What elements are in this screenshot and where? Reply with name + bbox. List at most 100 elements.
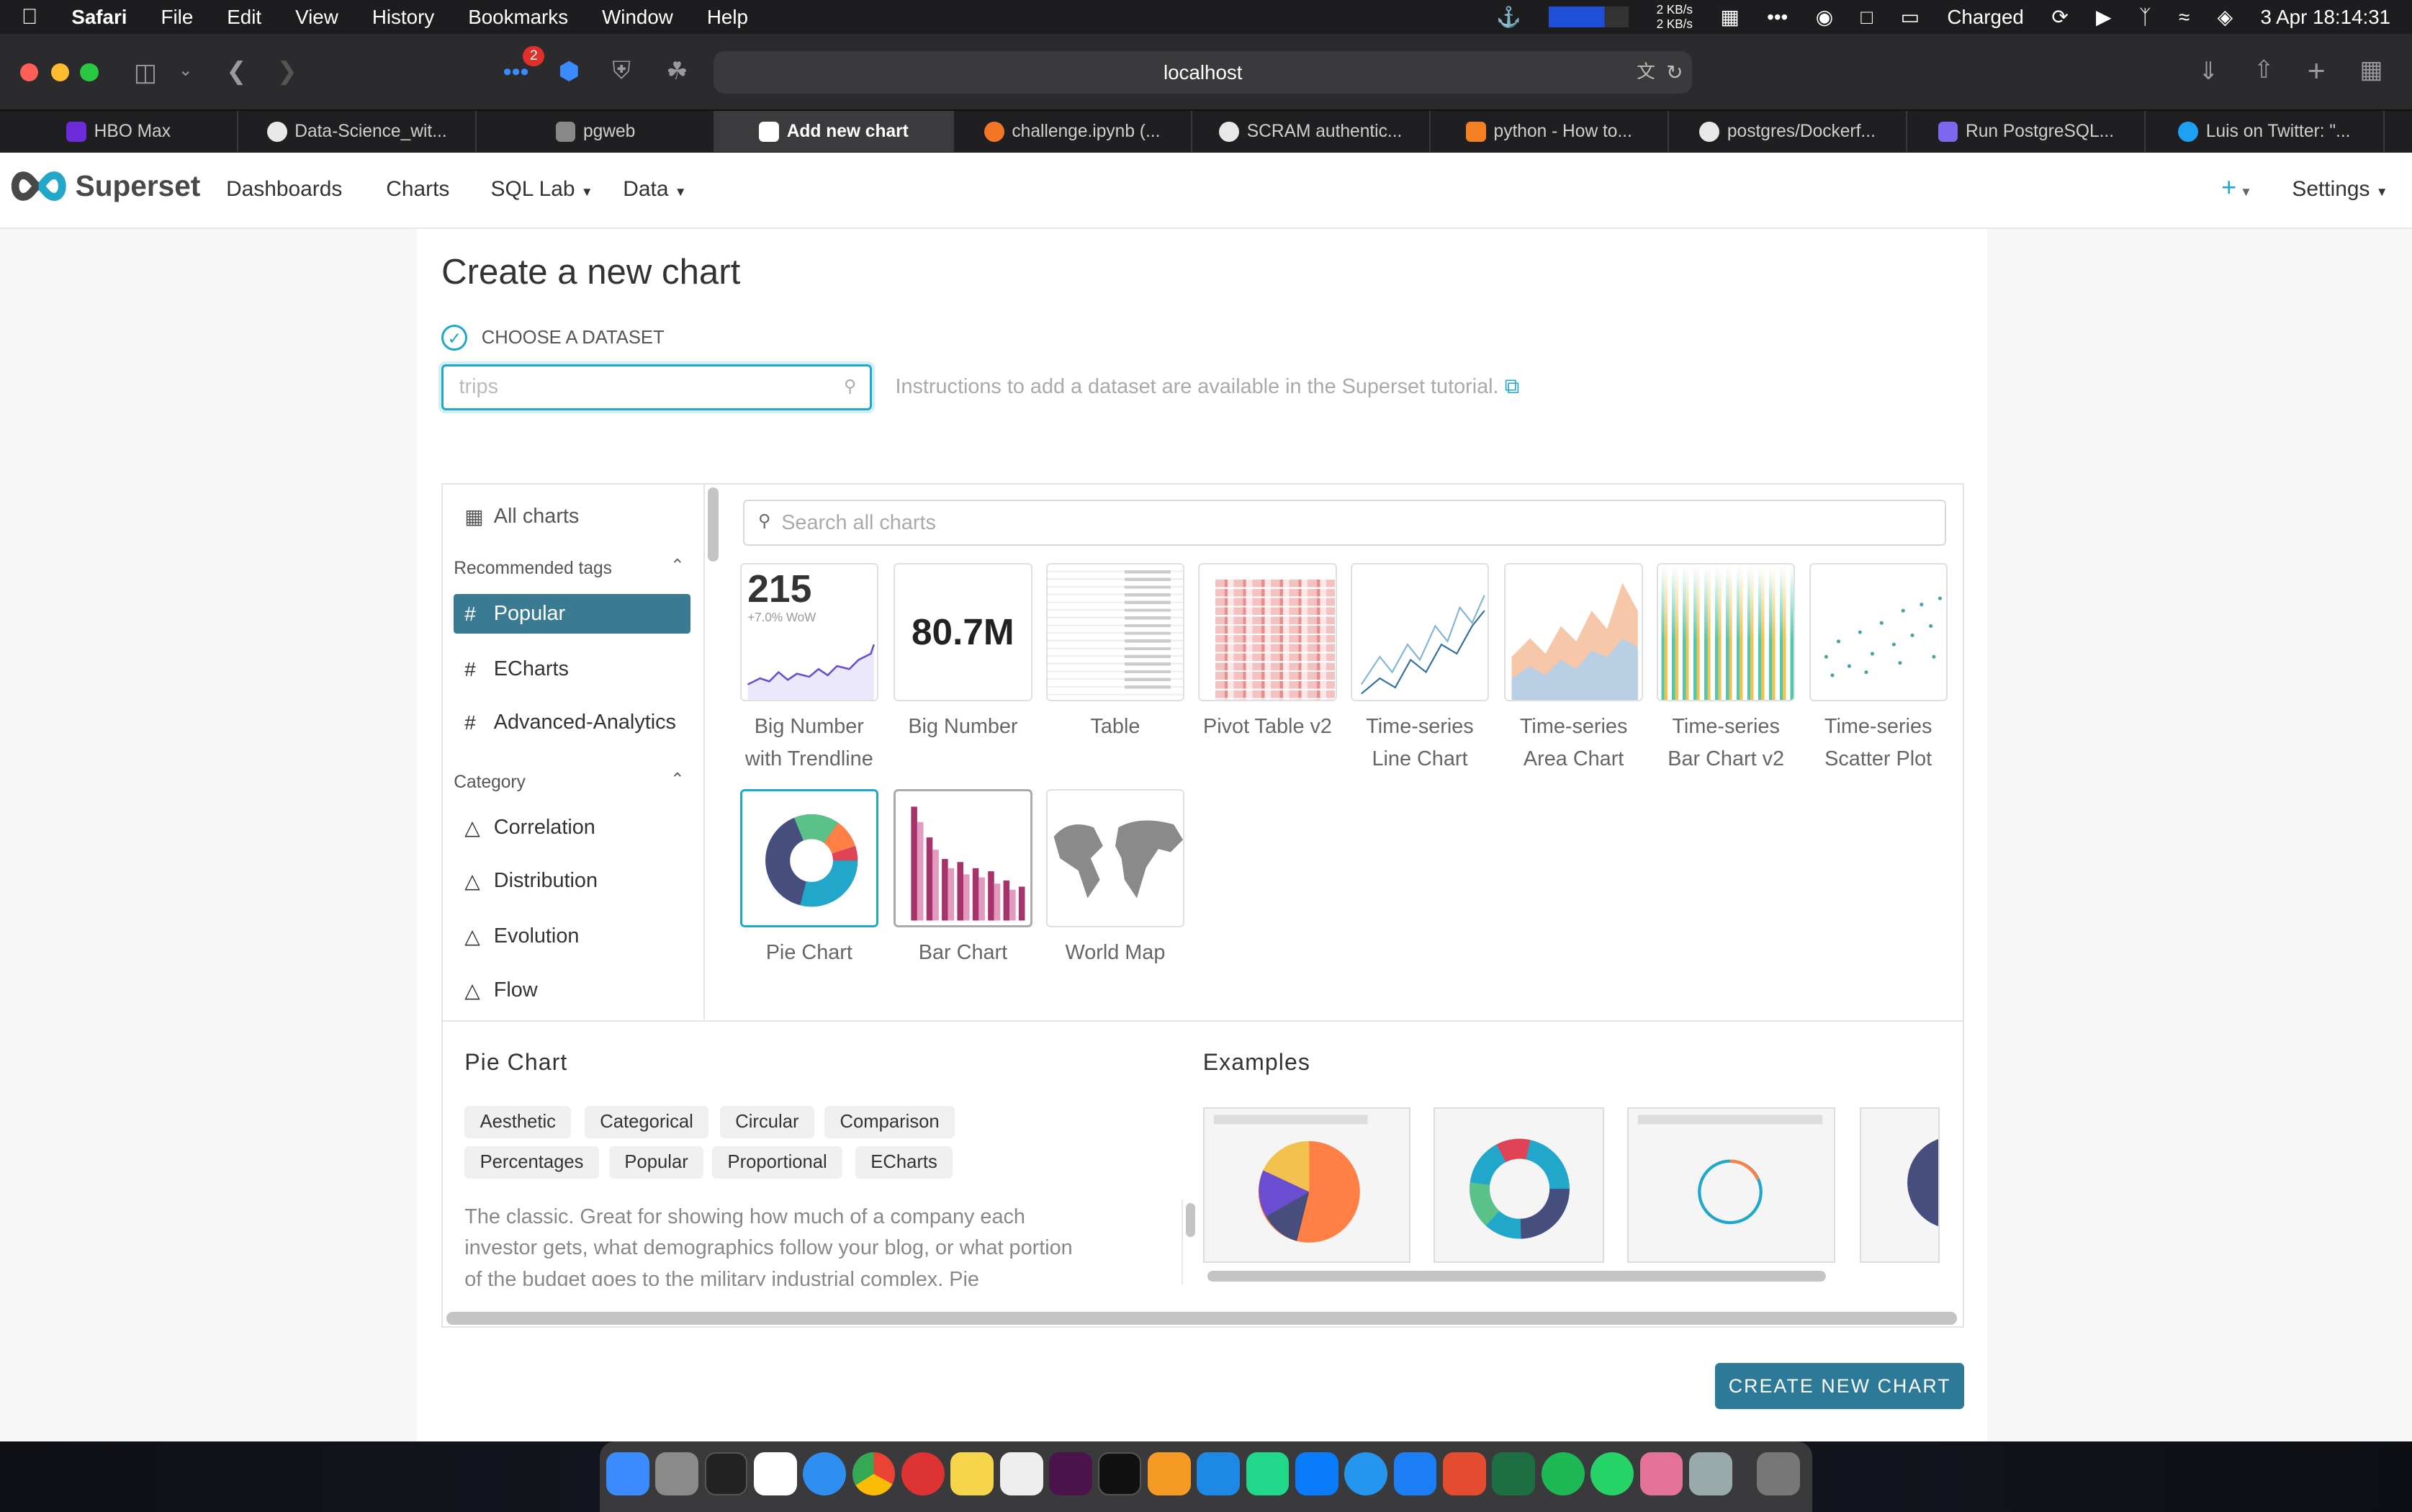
filter-tag-advanced-analytics[interactable]: # Advanced-Analytics: [454, 703, 690, 743]
notes-dock-icon[interactable]: [950, 1452, 994, 1495]
chrome-dock-icon[interactable]: [852, 1452, 896, 1495]
nav-settings[interactable]: Settings ▼: [2292, 177, 2388, 202]
description-scrollbar[interactable]: [1186, 1202, 1196, 1237]
notes-icon[interactable]: □: [1860, 6, 1873, 29]
slack-dock-icon[interactable]: [1049, 1452, 1092, 1495]
back-icon[interactable]: ❮: [226, 57, 247, 86]
chart-card-bar[interactable]: Bar Chart: [894, 789, 1032, 969]
chart-card-pie[interactable]: Pie Chart: [739, 789, 878, 969]
tab-data-science[interactable]: Data-Science_wit...: [238, 110, 477, 153]
chart-card-timeseries-scatter[interactable]: Time-series Scatter Plot: [1809, 562, 1948, 775]
chart-card-pivot-table[interactable]: Pivot Table v2: [1198, 562, 1337, 743]
examples-scrollbar[interactable]: [1207, 1270, 1826, 1282]
network-speed[interactable]: 2 KB/s 2 KB/s: [1657, 3, 1693, 30]
safari-dock-icon[interactable]: [803, 1452, 847, 1495]
activity-monitor-dock-icon[interactable]: [704, 1452, 748, 1495]
battery-status[interactable]: Charged: [1947, 6, 2024, 29]
chart-card-world-map[interactable]: World Map: [1045, 789, 1185, 969]
external-link-icon[interactable]: ⧉: [1505, 375, 1520, 398]
tab-overview-icon[interactable]: ▦: [2359, 55, 2382, 84]
menu-file[interactable]: File: [161, 6, 194, 29]
menu-edit[interactable]: Edit: [227, 6, 261, 29]
recommended-tags-heading[interactable]: Recommended tags ⌃: [454, 556, 684, 579]
tab-challenge-notebook[interactable]: challenge.ipynb (...: [954, 110, 1192, 153]
sublime-dock-icon[interactable]: [1147, 1452, 1191, 1495]
apple-icon[interactable]: : [22, 5, 37, 30]
category-heading[interactable]: Category ⌃: [454, 770, 684, 793]
filter-category-distribution[interactable]: △ Distribution: [454, 861, 690, 901]
menu-history[interactable]: History: [372, 6, 434, 29]
tab-hbo-max[interactable]: HBO Max: [0, 110, 239, 153]
example-image-3[interactable]: [1627, 1107, 1835, 1264]
tab-postgres-dockerfile[interactable]: postgres/Dockerf...: [1669, 110, 1908, 153]
layout-icon[interactable]: ▦: [1720, 5, 1739, 29]
menu-bookmarks[interactable]: Bookmarks: [468, 6, 568, 29]
pycharm-dock-icon[interactable]: [1246, 1452, 1290, 1495]
chart-card-timeseries-bar[interactable]: Time-series Bar Chart v2: [1657, 562, 1796, 775]
new-tab-icon[interactable]: +: [2308, 54, 2326, 89]
nav-new-menu[interactable]: + ▼: [2221, 172, 2252, 202]
preview-dock-icon[interactable]: [1688, 1452, 1732, 1495]
battery-icon[interactable]: ▭: [1901, 5, 1920, 29]
sync-icon[interactable]: ⟳: [2051, 5, 2068, 29]
terminal-dock-icon[interactable]: [1098, 1452, 1142, 1495]
vscode-dock-icon[interactable]: [1197, 1452, 1240, 1495]
menu-help[interactable]: Help: [707, 6, 748, 29]
textedit-dock-icon[interactable]: [999, 1452, 1043, 1495]
gallery-horizontal-scrollbar[interactable]: [446, 1312, 1957, 1325]
trash-dock-icon[interactable]: [1756, 1452, 1800, 1495]
calendar-dock-icon[interactable]: [753, 1452, 797, 1495]
menu-window[interactable]: Window: [602, 6, 673, 29]
clock[interactable]: 3 Apr 18:14:31: [2260, 6, 2390, 29]
launchpad-dock-icon[interactable]: [655, 1452, 698, 1495]
vpn-shield-icon[interactable]: ⬢: [559, 57, 580, 86]
chart-card-timeseries-area[interactable]: Time-series Area Chart: [1504, 562, 1643, 775]
globe-icon[interactable]: ◉: [1816, 5, 1833, 29]
sidebar-scrollbar[interactable]: [707, 487, 719, 562]
excel-dock-icon[interactable]: [1492, 1452, 1536, 1495]
control-center-icon[interactable]: ◈: [2218, 5, 2233, 29]
filter-category-correlation[interactable]: △ Correlation: [454, 808, 690, 848]
address-bar[interactable]: localhost 文 ↻: [714, 50, 1693, 94]
nav-dashboards[interactable]: Dashboards: [226, 177, 342, 202]
dataset-search-input[interactable]: [459, 366, 829, 407]
example-image-1[interactable]: [1202, 1107, 1411, 1264]
chart-card-table[interactable]: Table: [1045, 562, 1185, 743]
docker-icon[interactable]: ⚓: [1496, 5, 1521, 29]
nav-charts[interactable]: Charts: [386, 177, 449, 202]
ghost-icon[interactable]: ☘: [666, 57, 688, 86]
example-image-4[interactable]: [1860, 1107, 1940, 1264]
app-dock-icon[interactable]: [1639, 1452, 1683, 1495]
filter-all-charts[interactable]: ▦ All charts: [454, 497, 690, 537]
filter-category-evolution[interactable]: △ Evolution: [454, 917, 690, 957]
git-dock-icon[interactable]: [1443, 1452, 1486, 1495]
docker-dock-icon[interactable]: [1344, 1452, 1388, 1495]
tab-pgweb[interactable]: pgweb: [477, 110, 716, 153]
translate-icon[interactable]: 文: [1637, 51, 1655, 94]
forward-icon[interactable]: ❯: [277, 57, 298, 86]
chevron-down-icon[interactable]: ⌄: [179, 60, 193, 80]
whatsapp-dock-icon[interactable]: [1590, 1452, 1634, 1495]
tab-add-new-chart[interactable]: Add new chart: [715, 110, 954, 153]
chart-card-big-number-trendline[interactable]: 215 +7.0% WoW Big Number with Trendline: [739, 562, 878, 775]
filter-tag-echarts[interactable]: # ECharts: [454, 649, 690, 690]
dataspell-dock-icon[interactable]: [1295, 1452, 1338, 1495]
filter-tag-popular[interactable]: # Popular: [454, 593, 691, 634]
tab-stackoverflow[interactable]: python - How to...: [1431, 110, 1670, 153]
example-image-2[interactable]: [1434, 1107, 1605, 1264]
menu-view[interactable]: View: [295, 6, 338, 29]
chart-card-big-number[interactable]: 80.7M Big Number: [894, 562, 1032, 743]
chart-search-input[interactable]: [781, 507, 1858, 539]
play-icon[interactable]: ▶: [2096, 5, 2111, 29]
finder-dock-icon[interactable]: [606, 1452, 649, 1495]
tab-twitter[interactable]: Luis on Twitter: "...: [2146, 110, 2385, 153]
downloads-icon[interactable]: ⇓: [2198, 57, 2219, 86]
spotify-dock-icon[interactable]: [1541, 1452, 1585, 1495]
wifi-icon[interactable]: ≈: [2179, 6, 2190, 29]
bluetooth-icon[interactable]: ᛉ: [2139, 6, 2151, 29]
superset-logo[interactable]: Superset: [8, 169, 200, 203]
nav-data[interactable]: Data ▼: [623, 177, 686, 202]
xcode-dock-icon[interactable]: [1393, 1452, 1437, 1495]
more-icon[interactable]: •••: [1767, 6, 1788, 29]
nav-sql-lab[interactable]: SQL Lab ▼: [491, 177, 593, 202]
